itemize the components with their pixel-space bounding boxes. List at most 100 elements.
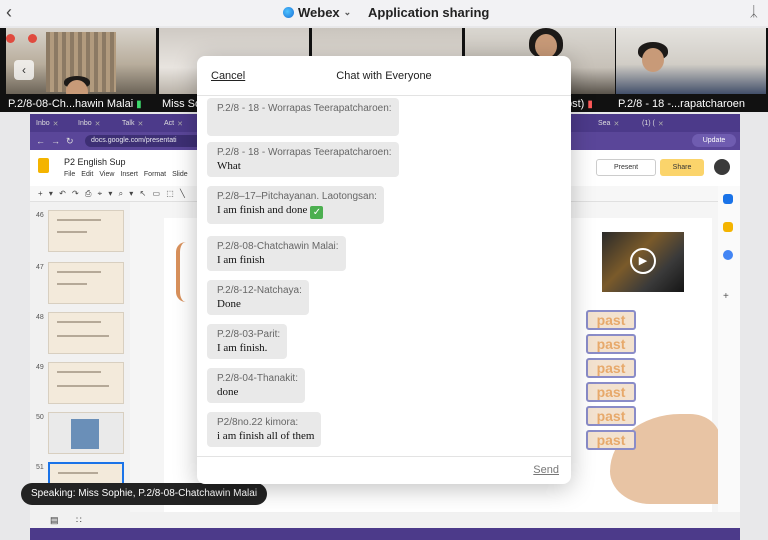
doc-title[interactable]: P2 English Sup	[64, 157, 126, 167]
app-name: Webex	[298, 5, 340, 20]
check-mark-icon: ✓	[310, 206, 324, 219]
chat-message: P.2/8 - 18 - Worrapas Teerapatcharoen:	[207, 98, 399, 136]
chat-message: P.2/8–17–Pitchayanan. Laotongsan: I am f…	[207, 186, 384, 224]
top-bar: ‹ Webex ⌄ Application sharing ᛣ	[0, 0, 768, 26]
past-card[interactable]: past	[586, 310, 636, 330]
message-sender: P.2/8-03-Parit:	[217, 329, 281, 340]
filmstrip-view-toggle[interactable]: ▤ ∷	[30, 512, 740, 528]
video-tile[interactable]	[616, 28, 766, 94]
avatar[interactable]	[714, 159, 730, 175]
mic-icon: ▮	[136, 98, 142, 110]
browser-tab[interactable]: Inbo ✕	[36, 117, 59, 130]
thumb-line	[57, 385, 109, 387]
bluetooth-icon: ᛣ	[749, 3, 758, 19]
close-icon[interactable]: ✕	[137, 120, 143, 128]
browser-tab[interactable]: (1) (✕	[642, 117, 664, 130]
chat-header: Cancel Chat with Everyone	[197, 56, 571, 96]
close-icon[interactable]: ✕	[658, 120, 664, 128]
participant-name: P.2/8-08-Ch...hawin Malai ▮	[8, 96, 142, 112]
participant-face	[535, 34, 557, 58]
message-text-row: I am finish and done ✓	[217, 204, 377, 219]
plus-icon[interactable]: +	[723, 292, 733, 302]
past-card[interactable]: past	[586, 358, 636, 378]
slide-thumbnail[interactable]	[48, 362, 124, 404]
strip-prev-button[interactable]: ‹	[14, 60, 34, 80]
message-text: I am finish.	[217, 342, 268, 354]
slide-thumbnail[interactable]	[48, 412, 124, 454]
message-sender: P.2/8 - 18 - Worrapas Teerapatcharoen:	[217, 103, 392, 114]
browser-tab[interactable]: Inbo ✕	[78, 117, 101, 130]
red-indicator	[6, 34, 15, 43]
close-icon[interactable]: ✕	[95, 120, 101, 128]
back-chevron-icon[interactable]: ‹	[6, 2, 12, 23]
past-card[interactable]: past	[586, 430, 636, 450]
message-sender: P2/8no.22 kimora:	[217, 417, 299, 428]
close-icon[interactable]: ✕	[53, 120, 59, 128]
thumb-line	[57, 231, 87, 233]
slide-number: 48	[36, 314, 44, 321]
nav-arrows-icon[interactable]: ←→↻	[36, 136, 80, 147]
red-indicator	[28, 34, 37, 43]
message-text: i am finish all of them	[217, 430, 315, 442]
present-button[interactable]: Present	[596, 159, 656, 176]
speaking-indicator: Speaking: Miss Sophie, P.2/8-08-Chatchaw…	[21, 483, 268, 505]
keep-icon[interactable]	[723, 222, 733, 232]
close-icon[interactable]: ✕	[177, 120, 183, 128]
update-button[interactable]: Update	[692, 134, 736, 147]
chat-message: P.2/8-03-Parit: I am finish.	[207, 324, 288, 359]
taskbar	[30, 528, 740, 540]
chat-message-list[interactable]: P.2/8 - 18 - Worrapas Teerapatcharoen: P…	[197, 96, 571, 456]
thumb-line	[57, 283, 87, 285]
browser-tab[interactable]: Sea ✕	[598, 117, 619, 130]
chat-message: P2/8no.22 kimora: i am finish all of the…	[207, 412, 322, 447]
menu-edit[interactable]: Edit	[81, 171, 93, 178]
chevron-down-icon: ⌄	[343, 7, 352, 17]
embedded-video[interactable]: ▶	[602, 232, 684, 292]
chat-message: P.2/8-04-Thanakit: done	[207, 368, 305, 403]
message-text: What	[217, 160, 241, 172]
view-title: Application sharing	[368, 5, 490, 20]
thumb-line	[57, 271, 101, 273]
chat-message: P.2/8 - 18 - Worrapas Teerapatcharoen: W…	[207, 142, 399, 177]
slide-number: 46	[36, 212, 44, 219]
send-button[interactable]: Send	[533, 464, 559, 476]
slide-thumbnail[interactable]	[48, 210, 124, 252]
tab-label: Inbo	[36, 120, 50, 127]
share-button[interactable]: Share	[660, 159, 704, 176]
chat-message: P.2/8-12-Natchaya: Done	[207, 280, 309, 315]
chat-modal: Cancel Chat with Everyone P.2/8 - 18 - W…	[197, 56, 571, 484]
side-panel-rail: +	[718, 186, 740, 516]
thumb-line	[57, 335, 109, 337]
tab-label: Talk	[122, 120, 135, 127]
past-card[interactable]: past	[586, 334, 636, 354]
squiggle-decoration	[176, 242, 196, 302]
message-sender: P.2/8-12-Natchaya:	[217, 285, 302, 296]
message-sender: P.2/8–17–Pitchayanan. Laotongsan:	[217, 191, 377, 202]
slide-thumbnail[interactable]	[48, 312, 124, 354]
message-text: Done	[217, 298, 241, 310]
message-sender: P.2/8 - 18 - Worrapas Teerapatcharoen:	[217, 147, 392, 158]
past-card[interactable]: past	[586, 406, 636, 426]
tasks-icon[interactable]	[723, 250, 733, 260]
participant-name: P.2/8 - 18 -...rapatcharoen	[618, 96, 745, 112]
chat-footer: Send	[197, 456, 571, 484]
browser-tab[interactable]: Act ✕	[164, 117, 183, 130]
participant-face	[642, 48, 664, 72]
menu-slide[interactable]: Slide	[172, 171, 188, 178]
slides-doc-icon	[38, 158, 49, 173]
menu-insert[interactable]: Insert	[120, 171, 138, 178]
menu-file[interactable]: File	[64, 171, 75, 178]
slide-number: 51	[36, 464, 44, 471]
close-icon[interactable]: ✕	[613, 120, 619, 128]
menu-view[interactable]: View	[99, 171, 114, 178]
slides-menu: File Edit View Insert Format Slide	[64, 171, 188, 178]
participant-name-text: P.2/8 - 18 -...rapatcharoen	[618, 98, 745, 110]
slide-thumbnail[interactable]	[48, 262, 124, 304]
tab-label: Act	[164, 120, 175, 127]
calendar-icon[interactable]	[723, 194, 733, 204]
webex-menu[interactable]: Webex ⌄	[283, 5, 351, 20]
play-icon[interactable]: ▶	[630, 248, 656, 274]
browser-tab[interactable]: Talk ✕	[122, 117, 143, 130]
menu-format[interactable]: Format	[144, 171, 166, 178]
past-card[interactable]: past	[586, 382, 636, 402]
